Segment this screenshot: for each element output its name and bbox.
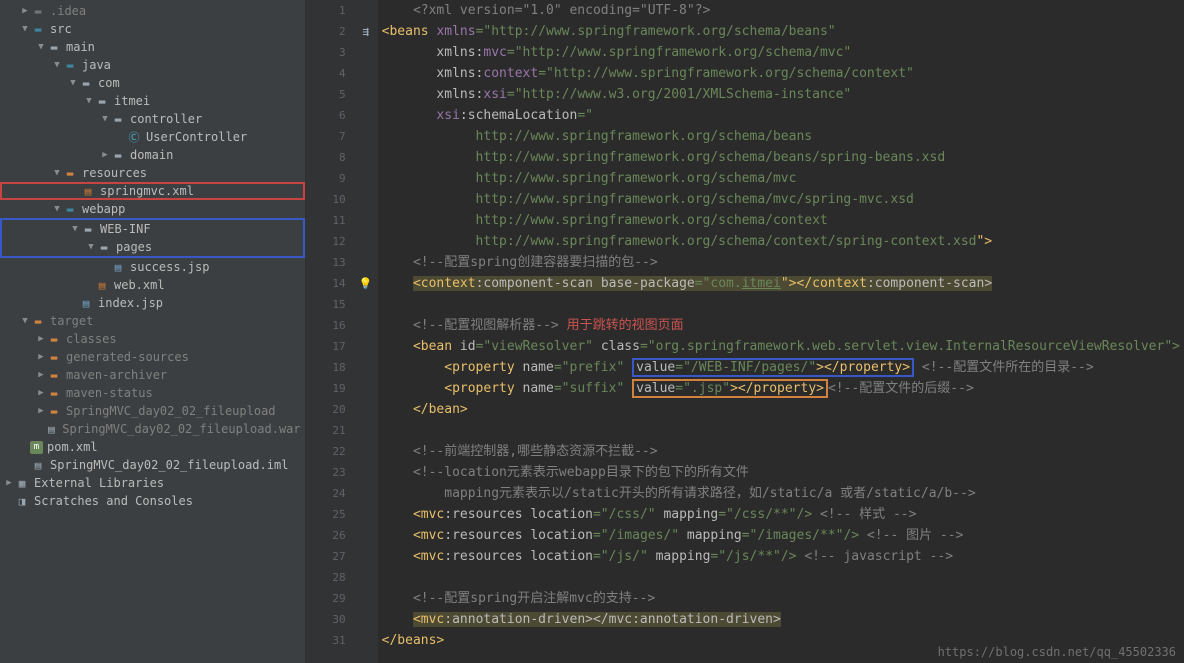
tree-folder-fileupload[interactable]: ▬SpringMVC_day02_02_fileupload <box>0 402 305 420</box>
tree-file-usercontroller[interactable]: ⒸUserController <box>0 128 305 146</box>
tree-folder-status[interactable]: ▬maven-status <box>0 384 305 402</box>
tree-file-indexjsp[interactable]: ▤index.jsp <box>0 294 305 312</box>
code-editor[interactable]: 1234567891011121314151617181920212223242… <box>306 0 1184 663</box>
code-line: http://www.springframework.org/schema/be… <box>382 147 1180 168</box>
code-line <box>382 567 1180 588</box>
code-line: http://www.springframework.org/schema/be… <box>382 126 1180 147</box>
code-line: <mvc:annotation-driven></mvc:annotation-… <box>382 609 1180 630</box>
tree-file-pom[interactable]: mpom.xml <box>0 438 305 456</box>
code-line <box>382 420 1180 441</box>
tree-folder-webapp[interactable]: ▬webapp <box>0 200 305 218</box>
tree-file-webxml[interactable]: ▤web.xml <box>0 276 305 294</box>
tree-folder-com[interactable]: ▬com <box>0 74 305 92</box>
code-line: <!--配置视图解析器--> 用于跳转的视图页面 <box>382 315 1180 336</box>
code-line: http://www.springframework.org/schema/mv… <box>382 168 1180 189</box>
gutter-icons: ⇶💡 <box>354 0 378 663</box>
code-line <box>382 294 1180 315</box>
watermark: https://blog.csdn.net/qq_45502336 <box>938 645 1176 659</box>
tree-file-springmvc[interactable]: ▤springmvc.xml <box>0 182 305 200</box>
code-line: <mvc:resources location="/css/" mapping=… <box>382 504 1180 525</box>
tree-external-libs[interactable]: ▦External Libraries <box>0 474 305 492</box>
code-line: <beans xmlns="http://www.springframework… <box>382 21 1180 42</box>
code-line: http://www.springframework.org/schema/co… <box>382 231 1180 252</box>
code-line: <!--前端控制器,哪些静态资源不拦截--> <box>382 441 1180 462</box>
bulb-icon: 💡 <box>354 273 378 294</box>
tree-folder-target[interactable]: ▬target <box>0 312 305 330</box>
code-line: <property name="suffix" value=".jsp"></p… <box>382 378 1180 399</box>
line-numbers: 1234567891011121314151617181920212223242… <box>306 0 354 663</box>
code-line: http://www.springframework.org/schema/co… <box>382 210 1180 231</box>
code-line: <bean id="viewResolver" class="org.sprin… <box>382 336 1180 357</box>
tree-folder-pages[interactable]: ▬pages <box>2 238 303 256</box>
code-content[interactable]: <?xml version="1.0" encoding="UTF-8"?> <… <box>378 0 1184 663</box>
tree-file-war[interactable]: ▤SpringMVC_day02_02_fileupload.war <box>0 420 305 438</box>
tree-folder-itmei[interactable]: ▬itmei <box>0 92 305 110</box>
tree-folder-generated[interactable]: ▬generated-sources <box>0 348 305 366</box>
tree-scratches[interactable]: ◨Scratches and Consoles <box>0 492 305 510</box>
code-line: xmlns:xsi="http://www.w3.org/2001/XMLSch… <box>382 84 1180 105</box>
code-line: <!--配置spring开启注解mvc的支持--> <box>382 588 1180 609</box>
gutter-structure-icon: ⇶ <box>354 21 378 42</box>
tree-file-iml[interactable]: ▤SpringMVC_day02_02_fileupload.iml <box>0 456 305 474</box>
code-line: <!--location元素表示webapp目录下的包下的所有文件 <box>382 462 1180 483</box>
tree-folder-resources[interactable]: ▬resources <box>0 164 305 182</box>
code-line: <property name="prefix" value="/WEB-INF/… <box>382 357 1180 378</box>
code-line: http://www.springframework.org/schema/mv… <box>382 189 1180 210</box>
tree-folder-controller[interactable]: ▬controller <box>0 110 305 128</box>
code-line: <context:component-scan base-package="co… <box>382 273 1180 294</box>
code-line: xmlns:mvc="http://www.springframework.or… <box>382 42 1180 63</box>
project-tree: ▬.idea ▬src ▬main ▬java ▬com ▬itmei ▬con… <box>0 0 306 663</box>
code-line: <?xml version="1.0" encoding="UTF-8"?> <box>382 0 1180 21</box>
tree-folder-classes[interactable]: ▬classes <box>0 330 305 348</box>
tree-folder-webinf[interactable]: ▬WEB-INF <box>2 220 303 238</box>
code-line: <mvc:resources location="/images/" mappi… <box>382 525 1180 546</box>
code-line: <mvc:resources location="/js/" mapping="… <box>382 546 1180 567</box>
tree-folder-idea[interactable]: ▬.idea <box>0 2 305 20</box>
tree-folder-java[interactable]: ▬java <box>0 56 305 74</box>
tree-file-success[interactable]: ▤success.jsp <box>0 258 305 276</box>
code-line: xsi:schemaLocation=" <box>382 105 1180 126</box>
tree-folder-main[interactable]: ▬main <box>0 38 305 56</box>
tree-folder-domain[interactable]: ▬domain <box>0 146 305 164</box>
code-line: </bean> <box>382 399 1180 420</box>
tree-folder-archiver[interactable]: ▬maven-archiver <box>0 366 305 384</box>
code-line: mapping元素表示以/static开头的所有请求路径，如/static/a … <box>382 483 1180 504</box>
code-line: xmlns:context="http://www.springframewor… <box>382 63 1180 84</box>
code-line: <!--配置spring创建容器要扫描的包--> <box>382 252 1180 273</box>
tree-folder-src[interactable]: ▬src <box>0 20 305 38</box>
